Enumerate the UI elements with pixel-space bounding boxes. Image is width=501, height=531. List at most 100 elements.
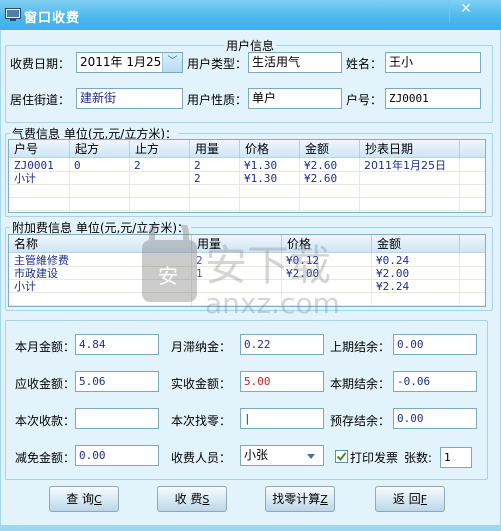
table-row-empty	[9, 185, 485, 198]
curr-balance-field[interactable]: -0.06	[393, 371, 477, 392]
calc-change-hotkey: Z	[320, 493, 328, 506]
table-row-empty	[9, 293, 485, 306]
payment-label: 本次收款：	[15, 414, 76, 428]
cell: 2	[196, 254, 203, 267]
account-field[interactable]: ZJ0001	[385, 88, 481, 109]
cell: ¥0.12	[286, 254, 320, 267]
back-hotkey: F	[420, 493, 428, 506]
name-label: 姓名：	[346, 57, 383, 71]
discount-label: 减免金额：	[15, 451, 76, 465]
prev-balance-field[interactable]: 0.00	[393, 334, 477, 355]
col-header[interactable]: 价格	[281, 235, 371, 253]
cell: 2	[134, 159, 141, 172]
fee-date-value: 2011年 1月25日	[80, 55, 174, 69]
extra-fee-table[interactable]: 名称 用量 价格 金额 主管維修费 2 ¥0.12 ¥0.24 市政建设 1 ¥…	[8, 234, 486, 307]
gas-fee-header: 户号 起方 止方 用量 价格 金额 抄表日期	[9, 140, 485, 158]
cashier-select[interactable]: 小张	[240, 445, 324, 466]
actual-label: 实收金额：	[171, 377, 232, 391]
gas-fee-table[interactable]: 户号 起方 止方 用量 价格 金额 抄表日期 ZJ0001 0 2 2 ¥1.3…	[8, 139, 486, 213]
cell: 小计	[14, 172, 36, 185]
charge-button[interactable]: 收 费S	[157, 486, 227, 512]
col-header-empty	[459, 140, 485, 158]
cell: 主管維修费	[14, 254, 69, 267]
cell: 市政建设	[14, 267, 58, 280]
cashier-label: 收费人员：	[171, 451, 232, 465]
payment-field[interactable]	[75, 408, 159, 429]
street-label: 居住街道：	[10, 93, 71, 107]
query-hotkey: C	[94, 493, 102, 506]
curr-balance-label: 本期结余：	[330, 377, 391, 391]
cell: ¥2.00	[286, 267, 320, 280]
table-row[interactable]: 小计 2 ¥1.30 ¥2.60	[9, 172, 485, 185]
fee-date-label: 收费日期：	[10, 57, 71, 71]
dropdown-arrow-icon[interactable]	[307, 454, 315, 459]
close-button[interactable]: ✕	[456, 0, 476, 18]
query-button[interactable]: 查 询C	[49, 486, 119, 512]
cell: ¥2.60	[304, 159, 338, 172]
cell: ¥2.00	[376, 267, 410, 280]
user-nature-field[interactable]: 单户	[248, 88, 342, 109]
actual-field[interactable]: 5.00	[240, 371, 324, 392]
chevron-down-icon[interactable]: ﹀	[162, 53, 182, 72]
col-header[interactable]: 用量	[191, 235, 281, 253]
table-row[interactable]: ZJ0001 0 2 2 ¥1.30 ¥2.60 2011年1月25日	[9, 159, 485, 172]
receivable-label: 应收金额：	[15, 377, 76, 391]
user-nature-label: 用户性质：	[187, 93, 248, 107]
calc-change-button[interactable]: 找零计算Z	[265, 486, 335, 512]
prestore-field[interactable]: 0.00	[393, 408, 477, 429]
month-amount-label: 本月金额：	[15, 340, 76, 354]
late-fee-field[interactable]: 0.22	[240, 334, 324, 355]
calc-change-button-label: 找零计算	[272, 492, 321, 506]
col-header[interactable]: 名称	[9, 235, 191, 253]
fee-date-picker[interactable]: 2011年 1月25日 ﹀	[76, 52, 183, 73]
name-field[interactable]: 王小	[385, 52, 481, 73]
window-bottom-border	[0, 525, 501, 531]
cell: ¥2.60	[304, 172, 338, 185]
col-header[interactable]: 金额	[371, 235, 459, 253]
back-button[interactable]: 返 回F	[375, 486, 445, 512]
title-bar: 窗口收费 ✕	[0, 0, 501, 30]
cell: 1	[196, 267, 203, 280]
col-header[interactable]: 金额	[299, 140, 359, 158]
monitor-icon	[5, 8, 21, 22]
back-button-label: 返 回	[392, 492, 421, 506]
user-info-group: 用户信息	[5, 37, 493, 123]
cell: 2011年1月25日	[364, 159, 446, 172]
prev-balance-label: 上期结余：	[330, 340, 391, 354]
table-row[interactable]: 小计 ¥2.24	[9, 280, 485, 293]
col-header[interactable]: 抄表日期	[359, 140, 459, 158]
copies-label: 张数:	[404, 451, 433, 465]
discount-field[interactable]: 0.00	[75, 445, 159, 466]
table-row[interactable]: 主管維修费 2 ¥0.12 ¥0.24	[9, 254, 485, 267]
print-invoice-checkbox[interactable]	[335, 450, 348, 463]
month-amount-field[interactable]: 4.84	[75, 334, 159, 355]
cell: ZJ0001	[14, 159, 54, 172]
col-header[interactable]: 止方	[129, 140, 189, 158]
prestore-label: 预存结余：	[330, 414, 391, 428]
cashier-value: 小张	[244, 448, 269, 462]
charge-hotkey: S	[202, 493, 210, 506]
table-row-empty	[9, 198, 485, 211]
user-type-field[interactable]: 生活用气	[248, 52, 342, 73]
window-title: 窗口收费	[24, 11, 81, 26]
cell: ¥1.30	[244, 172, 278, 185]
receivable-field[interactable]: 5.06	[75, 371, 159, 392]
change-label: 本次找零：	[171, 414, 232, 428]
col-header[interactable]: 户号	[9, 140, 69, 158]
extra-fee-header: 名称 用量 价格 金额	[9, 235, 485, 253]
charge-button-label: 收 费	[174, 492, 203, 506]
col-header[interactable]: 价格	[239, 140, 299, 158]
col-header-empty	[459, 235, 485, 253]
cell: ¥0.24	[376, 254, 410, 267]
change-field[interactable]: |	[240, 408, 324, 429]
col-header[interactable]: 起方	[69, 140, 129, 158]
cell: 2	[194, 159, 201, 172]
copies-field[interactable]: 1	[440, 447, 472, 468]
col-header[interactable]: 用量	[189, 140, 239, 158]
cell: ¥1.30	[244, 159, 278, 172]
late-fee-label: 月滞纳金：	[171, 340, 232, 354]
table-row[interactable]: 市政建设 1 ¥2.00 ¥2.00	[9, 267, 485, 280]
print-invoice-label[interactable]: 打印发票	[350, 449, 398, 466]
street-field[interactable]: 建新街	[76, 88, 183, 109]
cell: 0	[74, 159, 81, 172]
